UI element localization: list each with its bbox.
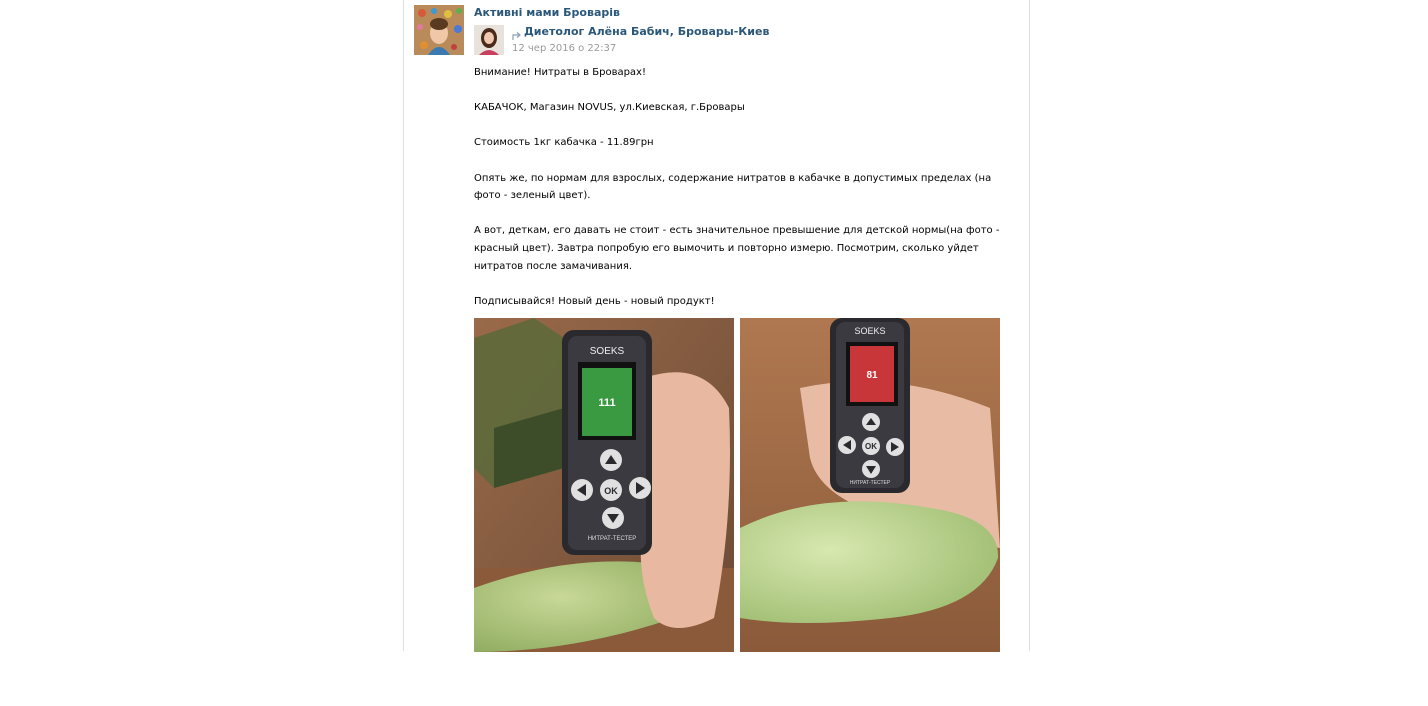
device-model-label: НИТРАТ-ТЕСТЕР [850, 480, 891, 486]
device-model-label: НИТРАТ-ТЕСТЕР [588, 536, 637, 542]
post-paragraph: Подписывайся! Новый день - новый продукт… [474, 295, 715, 307]
post-paragraph: Внимание! Нитраты в Броварах! [474, 67, 646, 78]
repost-icon [512, 26, 522, 40]
ok-button-label: OK [865, 442, 877, 451]
post-paragraph: Опять же, по нормам для взрослых, содерж… [474, 172, 992, 202]
device-screen-value: 81 [866, 370, 878, 381]
ok-button-label: OK [604, 486, 618, 496]
group-avatar[interactable] [414, 5, 464, 55]
post-photo-2[interactable]: SOEKS 81 OK НИТРАТ-ТЕСТЕР [740, 318, 1000, 652]
post-text: Внимание! Нитраты в Броварах! КАБАЧОК, М… [474, 64, 1019, 310]
device-brand-label: SOEKS [854, 326, 885, 336]
post-paragraph: КАБАЧОК, Магазин NOVUS, ул.Киевская, г.Б… [474, 102, 745, 114]
post-date-link[interactable]: 12 чер 2016 о 22:37 [512, 43, 616, 54]
post-photo-1[interactable]: SOEKS 111 OK НИТРАТ-ТЕСТЕР [474, 318, 734, 652]
author-avatar[interactable] [474, 25, 504, 55]
device-screen-value: 111 [598, 397, 615, 409]
post-paragraph: А вот, деткам, его давать не стоит - ест… [474, 225, 1000, 272]
post-paragraph: Стоимость 1кг кабачка - 11.89грн [474, 137, 654, 149]
device-brand-label: SOEKS [590, 346, 625, 357]
group-name-link[interactable]: Активні мами Броварів [474, 6, 620, 19]
author-name-link[interactable]: Диетолог Алёна Бабич, Бровары-Киев [524, 25, 769, 38]
